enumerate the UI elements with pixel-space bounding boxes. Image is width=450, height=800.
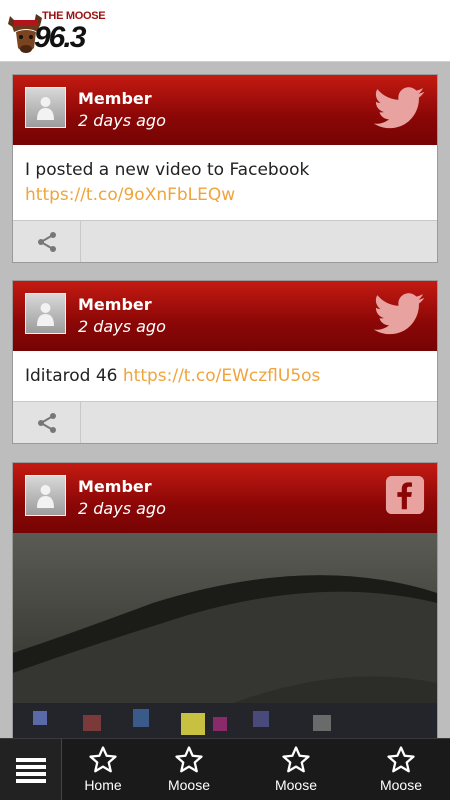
post-time: 2 days ago bbox=[78, 499, 166, 518]
star-icon bbox=[175, 746, 203, 773]
feed-post: Member 2 days ago bbox=[12, 462, 438, 738]
nav-item-moose[interactable]: Moose bbox=[265, 739, 327, 800]
star-icon bbox=[282, 746, 310, 773]
post-body: I posted a new video to Facebook https:/… bbox=[13, 145, 437, 220]
social-feed[interactable]: Member 2 days ago I posted a new video t… bbox=[0, 62, 450, 738]
nav-item-moose[interactable]: Moose bbox=[158, 739, 220, 800]
nav-item-moose[interactable]: Moose bbox=[370, 739, 432, 800]
post-header: Member 2 days ago bbox=[13, 75, 437, 145]
post-link[interactable]: https://t.co/9oXnFbLEQw bbox=[25, 185, 235, 205]
logo-frequency: 96.3 bbox=[34, 21, 86, 54]
post-time: 2 days ago bbox=[78, 111, 166, 130]
share-button[interactable] bbox=[13, 402, 81, 443]
star-icon bbox=[89, 746, 117, 773]
post-video-thumbnail[interactable] bbox=[13, 533, 437, 738]
star-icon bbox=[387, 746, 415, 773]
avatar bbox=[25, 87, 66, 128]
bottom-nav: Home Moose Moose Moose bbox=[0, 738, 450, 800]
avatar bbox=[25, 293, 66, 334]
nav-item-home[interactable]: Home bbox=[72, 739, 134, 800]
feed-post: Member 2 days ago Iditarod 46 https://t.… bbox=[12, 280, 438, 444]
nav-label: Home bbox=[84, 777, 122, 793]
nav-label: Moose bbox=[274, 777, 318, 793]
share-button[interactable] bbox=[13, 221, 81, 262]
post-text: I posted a new video to Facebook bbox=[25, 160, 310, 180]
facebook-icon bbox=[385, 475, 425, 515]
post-body: Iditarod 46 https://t.co/EWczflU5os bbox=[13, 351, 437, 401]
post-link[interactable]: https://t.co/EWczflU5os bbox=[123, 366, 321, 386]
hamburger-menu-icon bbox=[15, 758, 46, 783]
post-text: Iditarod 46 bbox=[25, 366, 118, 386]
post-author: Member bbox=[78, 295, 152, 314]
nav-label: Moose bbox=[167, 777, 211, 793]
post-author: Member bbox=[78, 477, 152, 496]
menu-button[interactable] bbox=[0, 739, 62, 800]
post-actions bbox=[13, 220, 437, 262]
video-still-image bbox=[13, 533, 437, 738]
twitter-icon bbox=[373, 87, 425, 129]
avatar bbox=[25, 475, 66, 516]
share-icon bbox=[37, 412, 56, 433]
share-icon bbox=[37, 231, 56, 252]
twitter-icon bbox=[373, 293, 425, 335]
post-header: Member 2 days ago bbox=[13, 281, 437, 351]
user-silhouette-icon bbox=[37, 97, 54, 120]
feed-post: Member 2 days ago I posted a new video t… bbox=[12, 74, 438, 263]
user-silhouette-icon bbox=[37, 303, 54, 326]
post-author: Member bbox=[78, 89, 152, 108]
nav-label: Moose bbox=[379, 777, 423, 793]
post-header: Member 2 days ago bbox=[13, 463, 437, 533]
post-actions bbox=[13, 401, 437, 443]
app-header: THE MOOSE 96.3 bbox=[0, 0, 450, 62]
user-silhouette-icon bbox=[37, 485, 54, 508]
station-logo[interactable]: THE MOOSE 96.3 bbox=[6, 2, 106, 58]
post-time: 2 days ago bbox=[78, 317, 166, 336]
